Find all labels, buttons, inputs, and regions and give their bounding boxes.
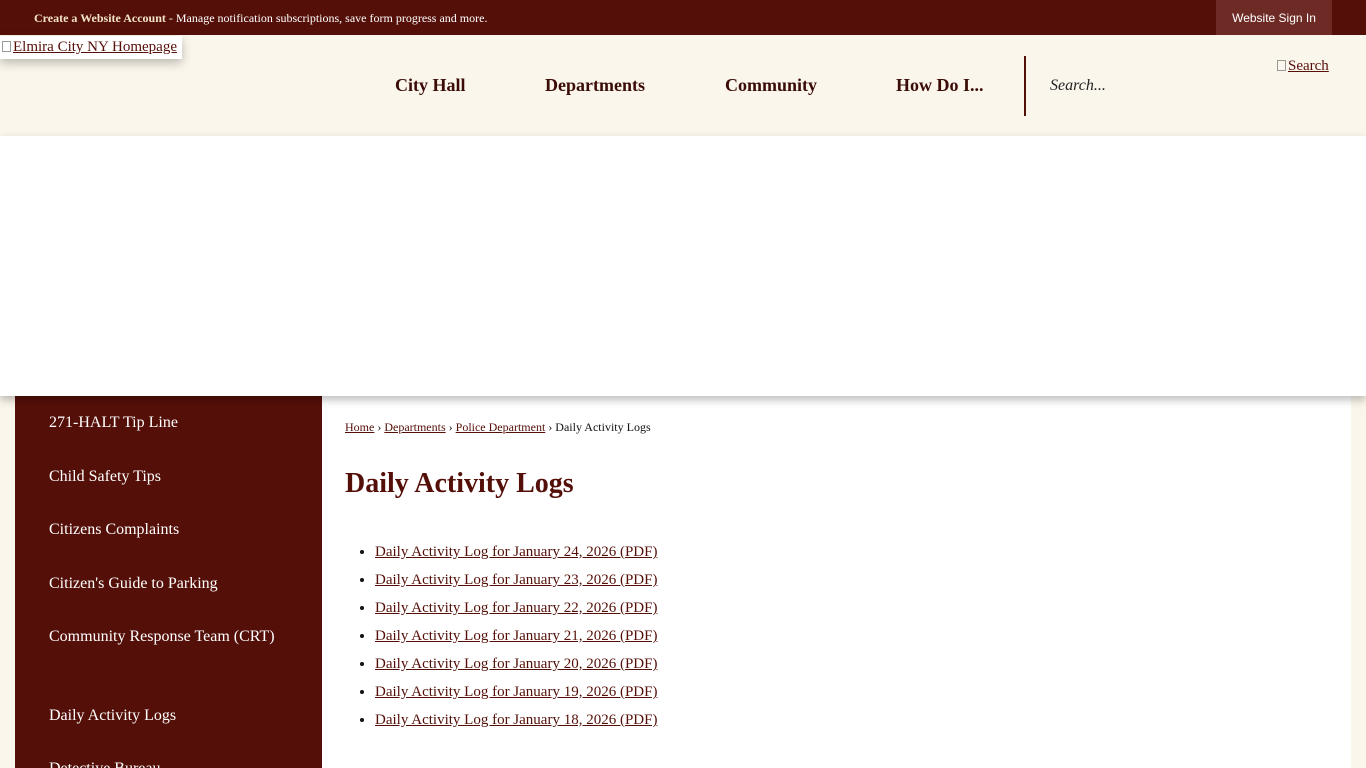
breadcrumb-police-department[interactable]: Police Department xyxy=(456,420,546,434)
list-item: Daily Activity Log for January 23, 2026 … xyxy=(375,566,657,594)
log-link[interactable]: Daily Activity Log for January 24, 2026 … xyxy=(375,544,657,560)
sidebar-item-271-halt[interactable]: 271-HALT Tip Line xyxy=(49,410,289,435)
log-link[interactable]: Daily Activity Log for January 18, 2026 … xyxy=(375,712,657,728)
breadcrumb-departments[interactable]: Departments xyxy=(384,420,445,434)
log-link[interactable]: Daily Activity Log for January 23, 2026 … xyxy=(375,572,657,588)
log-link[interactable]: Daily Activity Log for January 19, 2026 … xyxy=(375,684,657,700)
nav-city-hall[interactable]: City Hall xyxy=(395,75,466,96)
nav-divider xyxy=(1024,56,1026,116)
nav-community[interactable]: Community xyxy=(725,75,817,96)
sidebar-item-detective-bureau[interactable]: Detective Bureau xyxy=(49,756,289,768)
list-item: Daily Activity Log for January 20, 2026 … xyxy=(375,650,657,678)
breadcrumb-home[interactable]: Home xyxy=(345,420,374,434)
log-link[interactable]: Daily Activity Log for January 22, 2026 … xyxy=(375,600,657,616)
create-account-link[interactable]: Create a Website Account xyxy=(34,11,166,25)
breadcrumb: Home › Departments › Police Department ›… xyxy=(345,420,651,435)
hero-banner xyxy=(0,136,1366,396)
sidebar-item-parking-guide[interactable]: Citizen's Guide to Parking xyxy=(49,571,289,596)
nav-departments[interactable]: Departments xyxy=(545,75,645,96)
sidebar-item-child-safety[interactable]: Child Safety Tips xyxy=(49,464,289,489)
search-button-alt: Search xyxy=(1288,58,1329,74)
sidebar-nav: 271-HALT Tip Line Child Safety Tips Citi… xyxy=(15,396,322,768)
list-item: Daily Activity Log for January 21, 2026 … xyxy=(375,622,657,650)
list-item: Daily Activity Log for January 22, 2026 … xyxy=(375,594,657,622)
search-input[interactable] xyxy=(1040,66,1260,106)
list-item: Daily Activity Log for January 18, 2026 … xyxy=(375,706,657,734)
breadcrumb-current: Daily Activity Logs xyxy=(555,420,651,434)
log-link[interactable]: Daily Activity Log for January 20, 2026 … xyxy=(375,656,657,672)
homepage-logo-link[interactable]: Elmira City NY Homepage xyxy=(0,36,182,59)
account-description: - Manage notification subscriptions, sav… xyxy=(165,11,488,25)
list-item: Daily Activity Log for January 24, 2026 … xyxy=(375,538,657,566)
breadcrumb-separator: › xyxy=(548,420,553,434)
sidebar-item-daily-activity-logs[interactable]: Daily Activity Logs xyxy=(49,703,289,728)
broken-image-icon xyxy=(2,41,11,52)
log-link[interactable]: Daily Activity Log for January 21, 2026 … xyxy=(375,628,657,644)
list-item: Daily Activity Log for January 19, 2026 … xyxy=(375,678,657,706)
breadcrumb-separator: › xyxy=(377,420,382,434)
search-button[interactable]: Search xyxy=(1277,58,1329,75)
top-bar: Create a Website Account - Manage notifi… xyxy=(0,0,1366,35)
breadcrumb-separator: › xyxy=(448,420,453,434)
search-icon xyxy=(1277,60,1286,71)
nav-how-do-i[interactable]: How Do I... xyxy=(896,75,984,96)
sidebar-item-crt[interactable]: Community Response Team (CRT) xyxy=(49,624,289,649)
sidebar-item-citizens-complaints[interactable]: Citizens Complaints xyxy=(49,517,289,542)
activity-log-list: Daily Activity Log for January 24, 2026 … xyxy=(375,538,657,734)
logo-alt-text: Elmira City NY Homepage xyxy=(13,39,177,55)
website-sign-in-button[interactable]: Website Sign In xyxy=(1216,0,1332,35)
main-content: Home › Departments › Police Department ›… xyxy=(322,396,1351,768)
page-title: Daily Activity Logs xyxy=(345,468,574,499)
account-message: Create a Website Account - Manage notifi… xyxy=(34,11,487,26)
